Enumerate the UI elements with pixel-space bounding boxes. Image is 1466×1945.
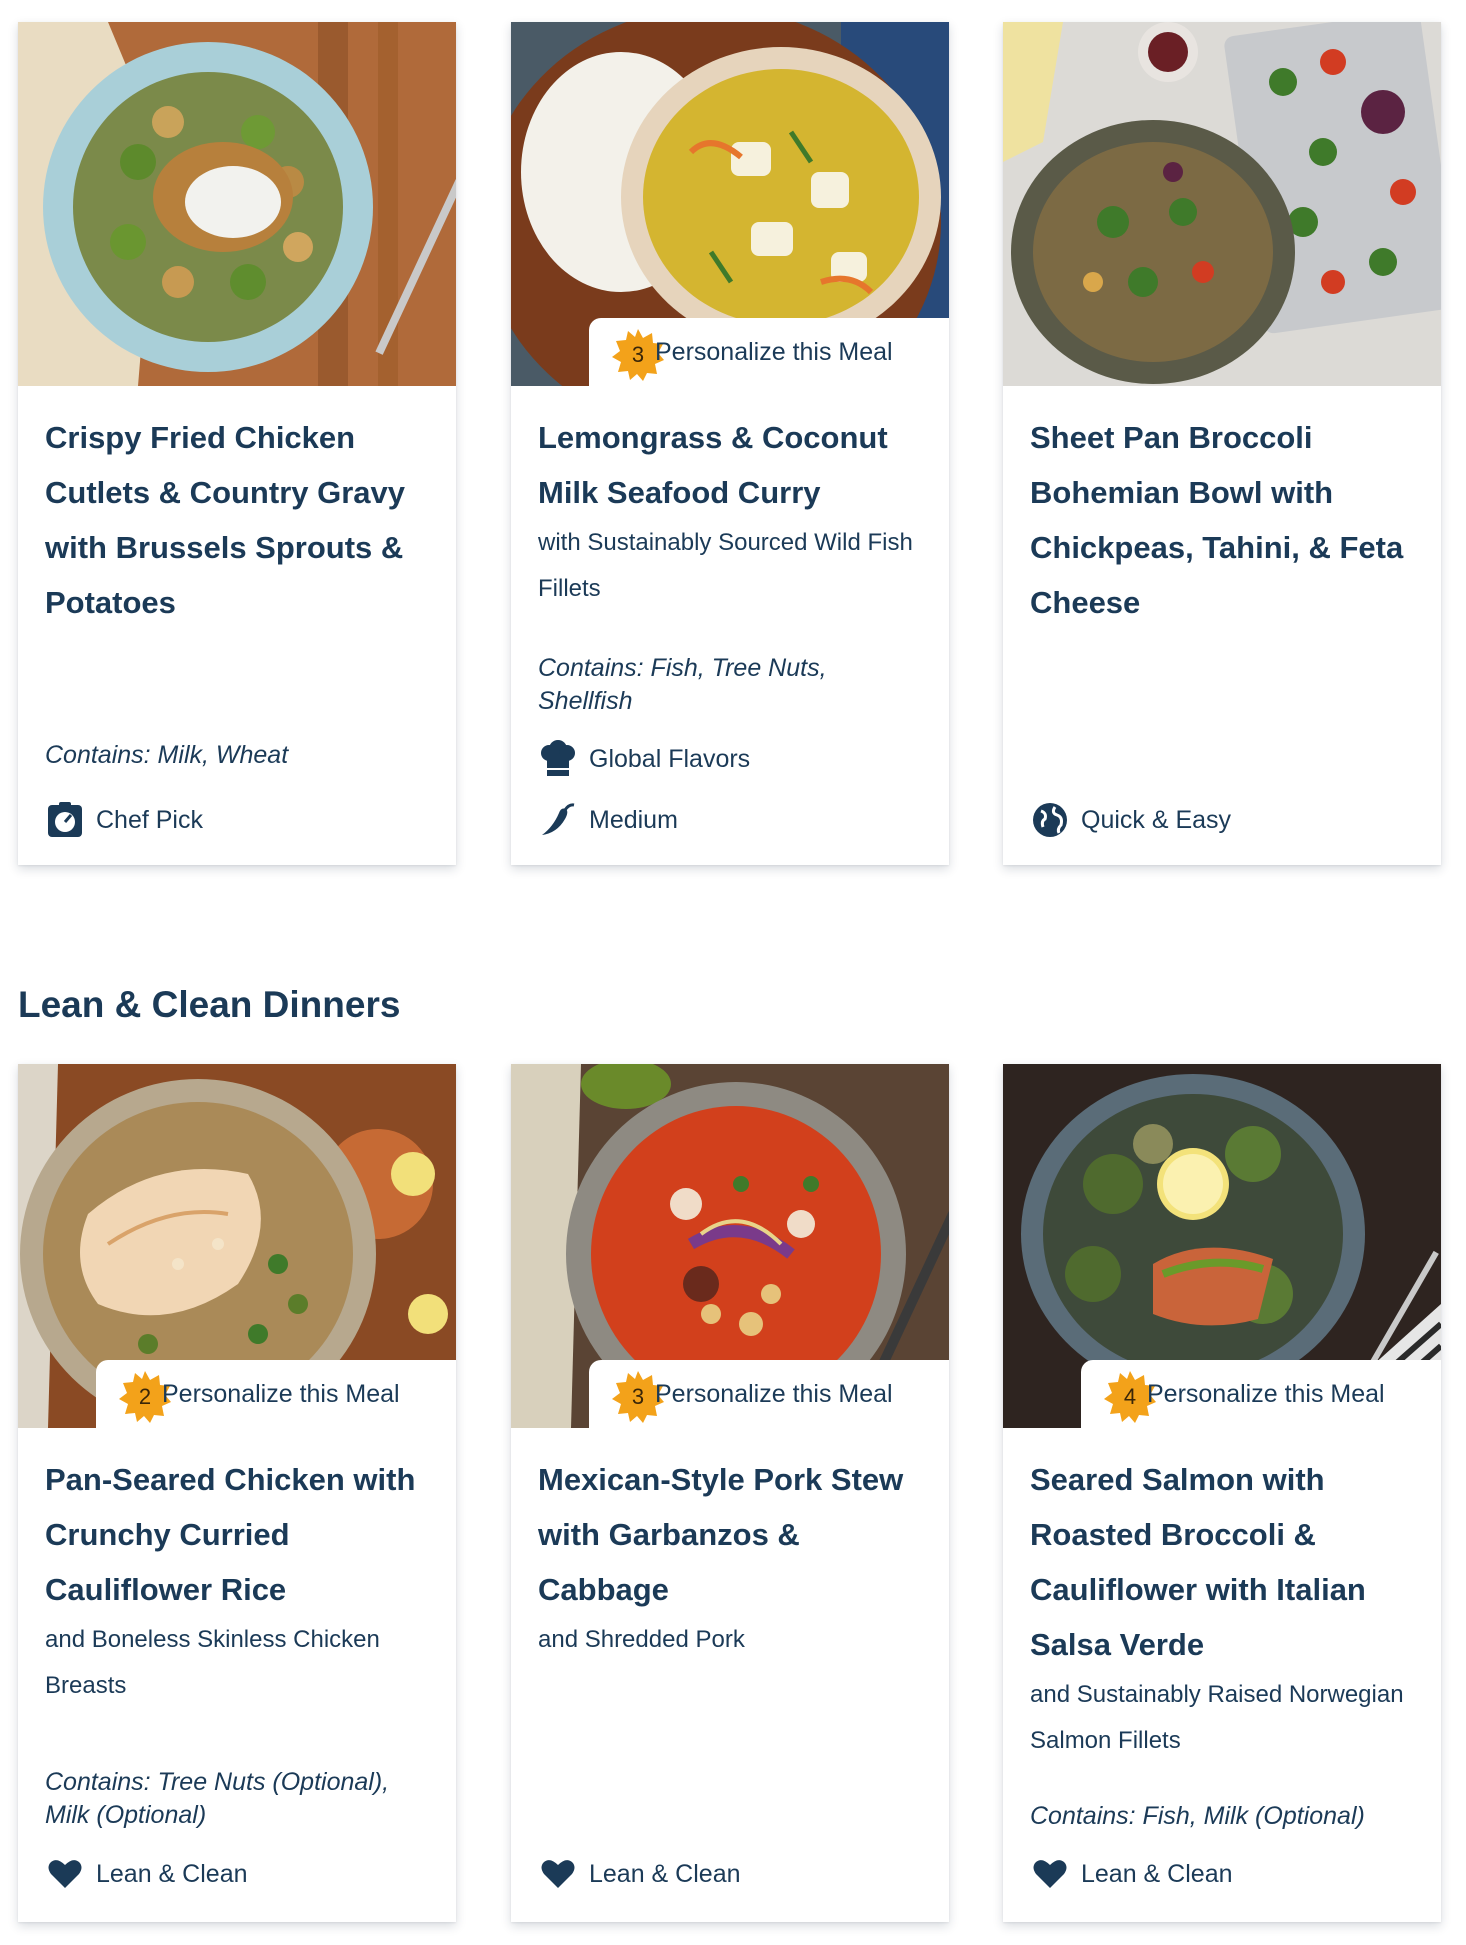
allergen-info: Contains: Fish, Milk (Optional) [1030, 1802, 1365, 1830]
meal-title[interactable]: Pan-Seared Chicken with Crunchy Curried … [45, 1452, 434, 1617]
allergen-info: Contains: Milk, Wheat [45, 741, 289, 769]
section-heading: Lean & Clean Dinners [18, 984, 401, 1025]
meal-photo[interactable] [18, 22, 456, 386]
meal-title[interactable]: Mexican-Style Pork Stew with Garbanzos &… [538, 1452, 927, 1617]
tag-quick-easy: Quick & Easy [1030, 800, 1231, 840]
tag-lean-clean: Lean & Clean [1030, 1854, 1233, 1894]
personalize-meal-button[interactable]: 3 Personalize this Meal [589, 1360, 949, 1428]
tag-label: Quick & Easy [1081, 805, 1232, 834]
tag-spice-level: Medium [538, 800, 678, 840]
meal-card[interactable]: 3 Personalize this Meal Lemongrass & Coc… [511, 22, 949, 865]
meal-title[interactable]: Seared Salmon with Roasted Broccoli & Ca… [1030, 1452, 1419, 1672]
allergen-info: Contains: Tree Nuts (Optional), Milk (Op… [45, 1768, 390, 1829]
tag-label: Lean & Clean [589, 1859, 741, 1888]
personalize-meal-button[interactable]: 2 Personalize this Meal [96, 1360, 456, 1428]
meal-info: Mexican-Style Pork Stew with Garbanzos &… [538, 1452, 927, 1663]
meal-subtitle: with Sustainably Sourced Wild Fish Fille… [538, 529, 913, 602]
personalize-label: Personalize this Meal [1147, 1380, 1385, 1408]
meal-card[interactable]: 4 Personalize this Meal Seared Salmon wi… [1003, 1064, 1441, 1922]
personalize-label: Personalize this Meal [162, 1380, 400, 1408]
meal-subtitle: and Shredded Pork [538, 1626, 745, 1653]
chef-pick-icon [45, 800, 85, 840]
meal-subtitle: and Sustainably Raised Norwegian Salmon … [1030, 1681, 1404, 1754]
heart-icon [1030, 1854, 1070, 1894]
meal-title[interactable]: Crispy Fried Chicken Cutlets & Country G… [45, 410, 434, 630]
tag-label: Lean & Clean [1081, 1859, 1233, 1888]
meal-card[interactable]: 2 Personalize this Meal Pan-Seared Chick… [18, 1064, 456, 1922]
tag-label: Chef Pick [96, 805, 203, 834]
meal-photo[interactable] [1003, 22, 1441, 386]
allergen-info: Contains: Fish, Tree Nuts, Shellfish [538, 654, 827, 715]
meal-info: Lemongrass & Coconut Milk Seafood Curry … [538, 410, 927, 612]
meal-info: Pan-Seared Chicken with Crunchy Curried … [45, 1452, 434, 1709]
tag-label: Medium [589, 805, 678, 834]
personalize-meal-button[interactable]: 4 Personalize this Meal [1081, 1360, 1441, 1428]
meal-info: Crispy Fried Chicken Cutlets & Country G… [45, 410, 434, 630]
heart-icon [45, 1854, 85, 1894]
meal-title[interactable]: Sheet Pan Broccoli Bohemian Bowl with Ch… [1030, 410, 1419, 630]
meal-card[interactable]: Crispy Fried Chicken Cutlets & Country G… [18, 22, 456, 865]
globe-icon [1030, 800, 1070, 840]
meal-info: Seared Salmon with Roasted Broccoli & Ca… [1030, 1452, 1419, 1764]
tag-global-flavors: Global Flavors [538, 739, 750, 779]
meal-card[interactable]: Sheet Pan Broccoli Bohemian Bowl with Ch… [1003, 22, 1441, 865]
heart-icon [538, 1854, 578, 1894]
personalize-label: Personalize this Meal [655, 1380, 893, 1408]
tag-label: Lean & Clean [96, 1859, 248, 1888]
chili-pepper-icon [538, 800, 578, 840]
tag-lean-clean: Lean & Clean [538, 1854, 741, 1894]
meal-card[interactable]: 3 Personalize this Meal Mexican-Style Po… [511, 1064, 949, 1922]
meal-info: Sheet Pan Broccoli Bohemian Bowl with Ch… [1030, 410, 1419, 630]
personalize-label: Personalize this Meal [655, 338, 893, 366]
tag-label: Global Flavors [589, 744, 751, 773]
tag-lean-clean: Lean & Clean [45, 1854, 248, 1894]
meal-subtitle: and Boneless Skinless Chicken Breasts [45, 1626, 380, 1699]
personalize-meal-button[interactable]: 3 Personalize this Meal [589, 318, 949, 386]
tag-chef-pick: Chef Pick [45, 800, 203, 840]
chef-hat-icon [538, 739, 578, 779]
meal-title[interactable]: Lemongrass & Coconut Milk Seafood Curry [538, 410, 927, 520]
